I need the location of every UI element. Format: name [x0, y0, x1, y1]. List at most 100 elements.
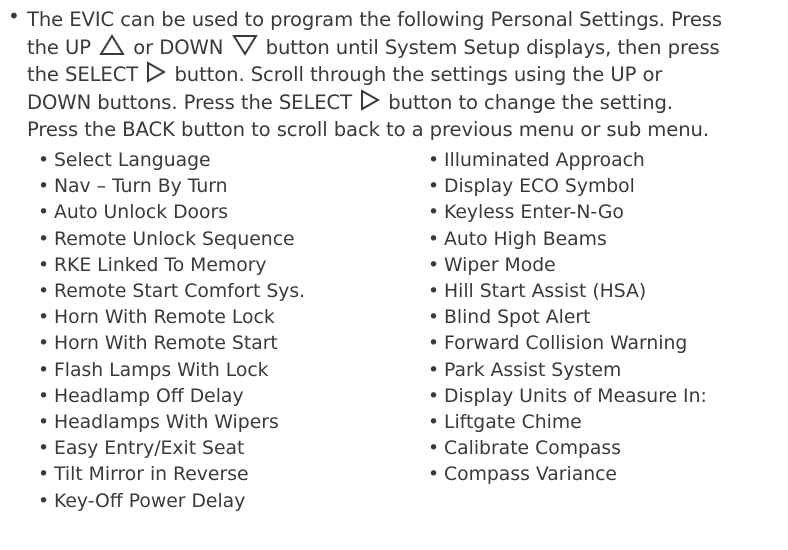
list-item-label: Horn With Remote Start — [53, 333, 278, 355]
bullet-dot: • — [38, 490, 50, 512]
list-item-label: Keyless Enter-N-Go — [443, 202, 624, 224]
bullet-dot: • — [428, 254, 440, 276]
bullet-dot: • — [428, 150, 440, 171]
list-item-label: Display Units of Measure In: — [443, 385, 707, 407]
list-item: • Horn With Remote Lock — [38, 305, 305, 331]
bullet-dot: • — [38, 464, 50, 486]
bullet-dot: • — [38, 412, 50, 434]
settings-list-left: • Select Language • Nav – Turn By Turn • A… — [38, 148, 305, 515]
list-item: • Easy Entry/Exit Seat — [38, 436, 305, 462]
intro-line-2: the UP or DOWN button until System Setup… — [27, 33, 787, 62]
list-item-label: Blind Spot Alert — [443, 307, 591, 329]
list-item-label: Wiper Mode — [443, 254, 556, 276]
right-triangle-icon — [360, 89, 381, 111]
bullet-dot: • — [428, 464, 440, 486]
bullet-dot: • — [428, 438, 440, 460]
list-item-label: Hill Start Assist (HSA) — [443, 281, 647, 303]
bullet-dot: • — [38, 385, 50, 407]
list-item: • Remote Unlock Sequence — [38, 227, 305, 253]
bullet-dot: • — [428, 359, 440, 381]
intro-text: button to change the setting. — [388, 90, 674, 114]
bullet-dot: • — [38, 176, 50, 198]
bullet-dot: • — [428, 228, 440, 250]
intro-text: the UP — [27, 35, 91, 59]
list-item-label: RKE Linked To Memory — [53, 254, 267, 276]
list-item-label: Auto Unlock Doors — [53, 202, 229, 224]
intro-text: button until System Setup displays, then… — [265, 35, 720, 59]
list-item-label: Easy Entry/Exit Seat — [53, 438, 245, 460]
intro-text: the SELECT — [27, 63, 139, 87]
list-item: • Compass Variance — [428, 462, 707, 488]
list-item-label: Nav – Turn By Turn — [53, 176, 228, 198]
list-item: • Illuminated Approach — [428, 148, 707, 174]
intro-text: button. Scroll through the settings usin… — [174, 63, 663, 87]
bullet-dot: • — [428, 385, 440, 407]
list-item: • Auto High Beams — [428, 227, 707, 253]
list-item-label: Forward Collision Warning — [443, 333, 688, 355]
list-item: • Select Language — [38, 148, 305, 174]
list-item-label: Flash Lamps With Lock — [53, 359, 269, 381]
list-item-label: Headlamps With Wipers — [53, 412, 279, 434]
bullet-dot: • — [428, 412, 440, 434]
list-item-label: Remote Start Comfort Sys. — [53, 281, 306, 303]
list-item-label: Remote Unlock Sequence — [53, 228, 295, 250]
intro-line-1: The EVIC can be used to program the foll… — [27, 6, 787, 34]
list-item-label: Calibrate Compass — [443, 438, 621, 460]
list-item: • Display Units of Measure In: — [428, 384, 707, 410]
settings-list-right: • Illuminated Approach • Display ECO Symb… — [428, 148, 707, 489]
intro-line-5: Press the BACK button to scroll back to … — [27, 116, 787, 144]
list-item: • Remote Start Comfort Sys. — [38, 279, 305, 305]
bullet-dot: • — [38, 438, 50, 460]
list-item: • Park Assist System — [428, 358, 707, 384]
bullet-dot: • — [428, 307, 440, 329]
bullet-dot: • — [38, 150, 50, 171]
list-item-label: Liftgate Chime — [443, 412, 582, 434]
intro-line-3: the SELECT button. Scroll through the se… — [27, 61, 787, 89]
bullet-dot: • — [428, 202, 440, 224]
list-item: • Headlamps With Wipers — [38, 410, 305, 436]
up-triangle-icon — [99, 33, 125, 56]
list-item-label: Park Assist System — [443, 359, 622, 381]
list-item: • Flash Lamps With Lock — [38, 358, 305, 384]
list-item: • Blind Spot Alert — [428, 305, 707, 331]
bullet-dot: • — [38, 254, 50, 276]
list-item: • Wiper Mode — [428, 253, 707, 279]
down-triangle-icon — [231, 34, 258, 56]
list-item-label: Tilt Mirror in Reverse — [53, 464, 249, 486]
bullet-dot: • — [38, 281, 50, 303]
bullet-dot: • — [428, 281, 440, 303]
bullet-dot: • — [38, 202, 50, 224]
list-item: • Keyless Enter-N-Go — [428, 200, 707, 226]
list-item-label: Horn With Remote Lock — [53, 307, 275, 329]
list-item: • Hill Start Assist (HSA) — [428, 279, 707, 305]
list-item: • Calibrate Compass — [428, 436, 707, 462]
intro-text: The EVIC can be used to program the foll… — [27, 8, 723, 31]
list-item: • Nav – Turn By Turn — [38, 174, 305, 200]
intro-text: or DOWN — [133, 35, 224, 59]
list-item: • Liftgate Chime — [428, 410, 707, 436]
list-item: • Key-Off Power Delay — [38, 489, 305, 515]
list-item-label: Select Language — [53, 150, 211, 171]
bullet-dot: • — [38, 307, 50, 329]
list-item-label: Headlamp Off Delay — [53, 385, 244, 407]
list-item-label: Compass Variance — [443, 464, 617, 486]
bullet-dot: • — [38, 359, 50, 381]
list-item-label: Display ECO Symbol — [443, 176, 635, 198]
intro-paragraph: The EVIC can be used to program the foll… — [27, 6, 787, 144]
intro-text: DOWN buttons. Press the SELECT — [27, 90, 353, 114]
list-item-label: Auto High Beams — [443, 228, 607, 250]
list-item: • Display ECO Symbol — [428, 174, 707, 200]
list-item-label: Key-Off Power Delay — [53, 490, 246, 512]
intro-text: Press the BACK button to scroll back to … — [27, 118, 710, 142]
bullet-dot: • — [38, 333, 50, 355]
bullet-dot: • — [38, 228, 50, 250]
list-item: • Forward Collision Warning — [428, 331, 707, 357]
right-triangle-icon — [146, 61, 167, 83]
list-item: • RKE Linked To Memory — [38, 253, 305, 279]
list-item: • Tilt Mirror in Reverse — [38, 462, 305, 488]
bullet-dot: • — [428, 333, 440, 355]
intro-bullet: • — [8, 4, 20, 28]
list-item: • Horn With Remote Start — [38, 331, 305, 357]
intro-line-4: DOWN buttons. Press the SELECT button to… — [27, 89, 787, 117]
bullet-dot: • — [428, 176, 440, 198]
